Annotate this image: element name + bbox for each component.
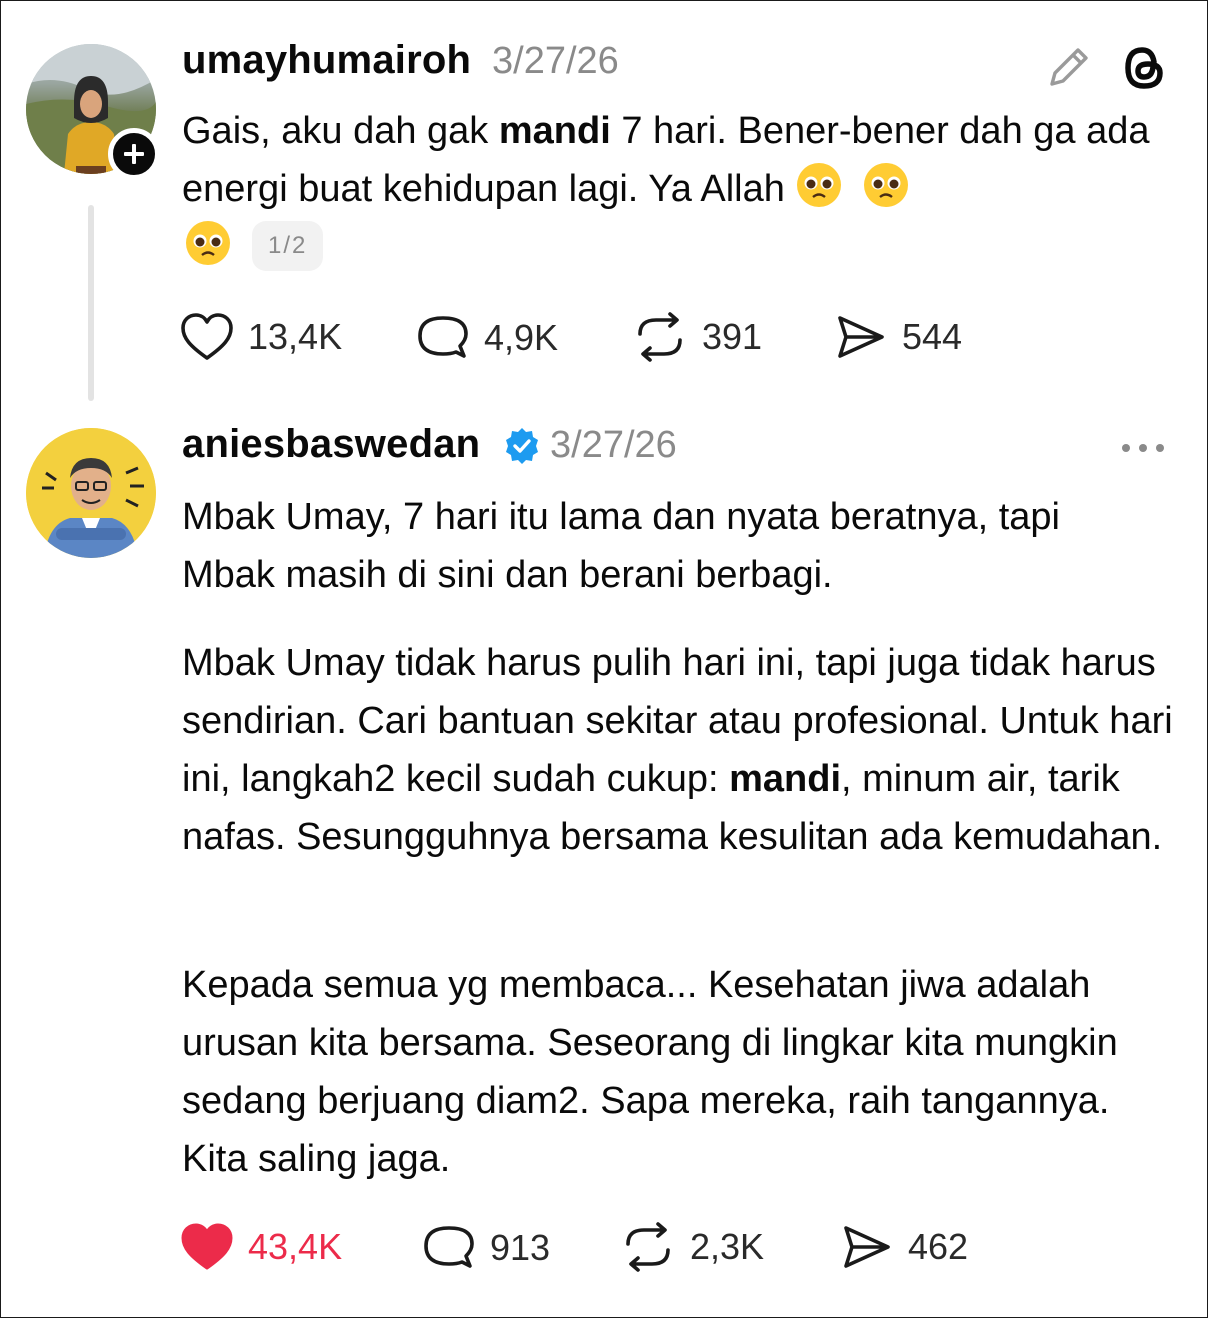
post1-date: 3/27/26 [492, 40, 619, 82]
like-count: 13,4K [248, 316, 343, 357]
more-options-icon[interactable] [1118, 436, 1168, 460]
post1-text-bold: mandi [498, 110, 611, 152]
avatar-illustration [26, 428, 156, 558]
plus-icon [124, 144, 144, 164]
avatar-aniesbaswedan[interactable] [26, 428, 156, 558]
share-count: 544 [902, 316, 963, 357]
share-button[interactable]: 544 [834, 312, 962, 362]
post2-paragraph-2: Mbak Umay tidak harus pulih hari ini, ta… [182, 634, 1182, 866]
repost-button[interactable]: 391 [632, 312, 762, 362]
post1-username[interactable]: umayhumairoh [182, 38, 471, 83]
speech-bubble-icon [424, 1226, 474, 1268]
speech-bubble-icon [418, 316, 468, 358]
like-button-liked[interactable]: 43,4K [180, 1222, 342, 1272]
post2-paragraph-1: Mbak Umay, 7 hari itu lama dan nyata ber… [182, 496, 1060, 596]
heart-icon [181, 1223, 233, 1270]
post2-paragraph-2-bold: mandi [729, 758, 842, 800]
heart-icon [181, 313, 233, 360]
pleading-face-emoji [186, 221, 230, 265]
verified-badge-icon [506, 428, 538, 464]
share-button[interactable]: 462 [840, 1222, 968, 1272]
send-icon [844, 1226, 890, 1268]
repost-count: 2,3K [690, 1226, 765, 1267]
thread-connector-line [88, 205, 94, 401]
pencil-icon[interactable] [1044, 42, 1094, 92]
like-button[interactable]: 13,4K [180, 312, 342, 362]
repost-count: 391 [702, 316, 763, 357]
reply-button[interactable]: 913 [422, 1222, 550, 1274]
reply-count: 913 [490, 1227, 551, 1268]
post2-username[interactable]: aniesbaswedan [182, 422, 480, 467]
send-icon [838, 316, 884, 358]
threads-logo-icon[interactable] [1116, 40, 1172, 96]
follow-button[interactable] [108, 128, 160, 180]
reply-count: 4,9K [484, 317, 559, 358]
repost-icon [638, 312, 682, 362]
repost-icon [626, 1222, 670, 1272]
repost-button[interactable]: 2,3K [620, 1222, 764, 1272]
post1-text: Gais, aku dah gak mandi 7 hari. Bener-be… [182, 102, 1172, 276]
page-indicator-badge[interactable]: 1/2 [252, 221, 324, 271]
pleading-face-emoji [863, 163, 908, 207]
post2-paragraph-3: Kepada semua yg membaca... Kesehatan jiw… [182, 964, 1118, 1180]
share-count: 462 [908, 1226, 969, 1267]
post2-date: 3/27/26 [550, 424, 677, 466]
post1-text-part1: Gais, aku dah gak [182, 110, 499, 152]
reply-button[interactable]: 4,9K [416, 312, 558, 364]
like-count: 43,4K [248, 1226, 343, 1267]
pleading-face-emoji [797, 163, 842, 207]
